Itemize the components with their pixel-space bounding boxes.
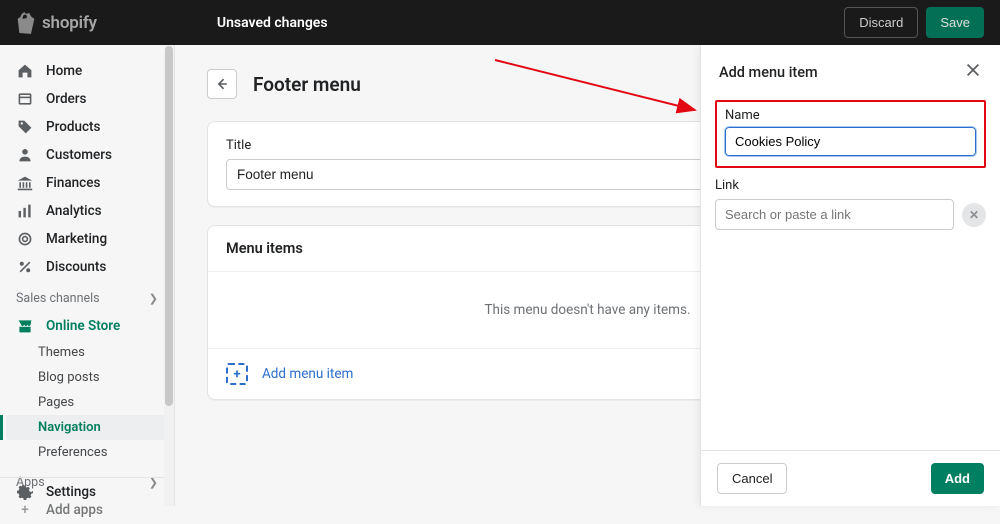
chevron-right-icon: ❯ [149,292,158,305]
link-field-label: Link [715,178,986,193]
percent-icon [16,258,34,276]
sidebar-item-label: Marketing [46,231,107,247]
brand-text: shopify [42,13,97,33]
add-menu-item-panel: Add menu item Name Link ✕ Cancel Add [700,45,1000,506]
sidebar-item-settings[interactable]: Settings [0,478,164,506]
sidebar-item-label: Products [46,119,100,135]
save-button[interactable]: Save [926,7,984,38]
sidebar-sub-pages[interactable]: Pages [0,390,174,415]
name-input[interactable] [725,127,976,156]
sidebar-item-products[interactable]: Products [0,113,174,141]
store-icon [16,317,34,335]
back-button[interactable] [207,69,237,99]
discard-button[interactable]: Discard [844,7,918,38]
sidebar-item-label: Discounts [46,259,106,275]
person-icon [16,146,34,164]
name-field-highlight: Name [715,100,986,168]
orders-icon [16,90,34,108]
name-field-label: Name [725,108,976,123]
shopify-logo[interactable]: shopify [16,12,97,34]
sidebar-item-label: Settings [46,484,96,500]
sales-channels-section[interactable]: Sales channels ❯ [0,281,174,312]
sidebar-item-label: Finances [46,175,100,191]
tag-icon [16,118,34,136]
unsaved-changes-label: Unsaved changes [217,15,328,31]
cancel-button[interactable]: Cancel [717,463,787,494]
panel-title: Add menu item [719,64,818,81]
sidebar-sub-preferences[interactable]: Preferences [0,440,174,465]
gear-icon [16,483,34,501]
sidebar-sub-themes[interactable]: Themes [0,340,174,365]
link-input[interactable] [715,199,954,230]
plus-icon: + [226,363,248,385]
sidebar-item-finances[interactable]: Finances [0,169,174,197]
sidebar-item-customers[interactable]: Customers [0,141,174,169]
bank-icon [16,174,34,192]
sidebar-item-discounts[interactable]: Discounts [0,253,174,281]
sidebar: Home Orders Products Customers Finances … [0,45,175,506]
sidebar-item-label: Customers [46,147,112,163]
sidebar-item-label: Online Store [46,318,120,334]
sidebar-sub-navigation[interactable]: Navigation [6,415,168,440]
add-menu-item-label: Add menu item [262,366,353,382]
page-title: Footer menu [253,73,361,96]
x-icon: ✕ [969,208,979,222]
sidebar-scrollbar[interactable] [164,45,174,506]
sidebar-item-marketing[interactable]: Marketing [0,225,174,253]
shopify-bag-icon [16,12,36,34]
chart-icon [16,202,34,220]
clear-link-button[interactable]: ✕ [962,203,986,227]
sidebar-item-online-store[interactable]: Online Store [0,312,174,340]
sidebar-item-label: Orders [46,91,87,107]
sidebar-item-orders[interactable]: Orders [0,85,174,113]
sidebar-sub-blog-posts[interactable]: Blog posts [0,365,174,390]
target-icon [16,230,34,248]
sidebar-item-label: Analytics [46,203,102,219]
close-icon [964,61,982,79]
arrow-left-icon [214,76,230,92]
close-button[interactable] [964,61,982,84]
add-button[interactable]: Add [931,463,984,494]
topbar: shopify Unsaved changes Discard Save [0,0,1000,45]
sidebar-item-home[interactable]: Home [0,57,174,85]
sidebar-item-analytics[interactable]: Analytics [0,197,174,225]
sidebar-item-label: Home [46,63,82,79]
section-label: Sales channels [16,291,100,306]
home-icon [16,62,34,80]
